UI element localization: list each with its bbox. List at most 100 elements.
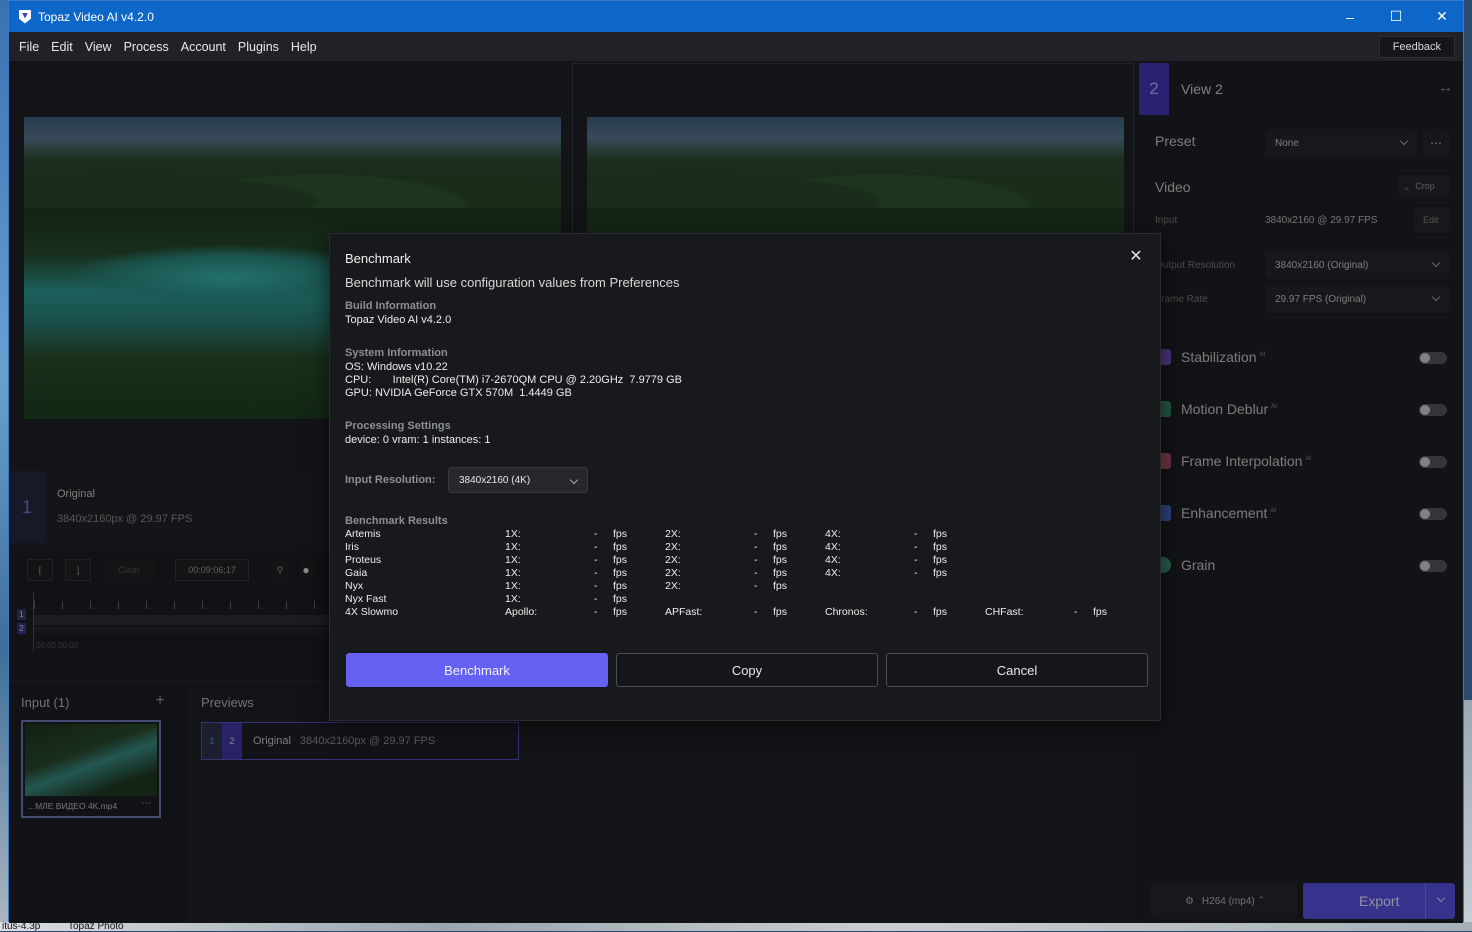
feature-grain[interactable]: Grain bbox=[1155, 554, 1455, 578]
scale-label: 1X: bbox=[505, 580, 521, 592]
clear-button[interactable]: Clear bbox=[103, 559, 155, 581]
fps-value: - bbox=[754, 554, 758, 566]
fps-value: - bbox=[1074, 606, 1078, 618]
fps-unit: fps bbox=[933, 606, 948, 618]
feature-name: Frame Interpolation AI bbox=[1181, 453, 1311, 469]
preview-info: 3840x2160px @ 29.97 FPS bbox=[299, 735, 436, 747]
benchmark-row: Gaia 1X: - fps 2X: - fps 4X: - fps bbox=[345, 567, 1145, 580]
feedback-button[interactable]: Feedback bbox=[1378, 36, 1455, 58]
export-dropdown[interactable] bbox=[1425, 883, 1455, 919]
codec-label: H264 (mp4) bbox=[1201, 895, 1255, 907]
title-bar: Topaz Video AI v4.2.0 – ☐ ✕ bbox=[9, 1, 1463, 32]
scale-label: 1X: bbox=[505, 541, 521, 553]
original-view-info[interactable]: 1 Original 3840x2160px @ 29.97 FPS bbox=[9, 471, 339, 543]
add-input-button[interactable]: + bbox=[149, 690, 171, 712]
fps-value: - bbox=[914, 606, 918, 618]
topaz-logo-icon bbox=[19, 9, 31, 24]
fps-value: - bbox=[594, 554, 598, 566]
timeline-ticks bbox=[34, 601, 339, 609]
timeline-bar-secondary[interactable] bbox=[34, 627, 339, 633]
copy-button[interactable]: Copy bbox=[616, 653, 878, 687]
menu-help[interactable]: Help bbox=[285, 40, 323, 54]
scale-label: Apollo: bbox=[505, 606, 538, 618]
fps-value: - bbox=[914, 528, 918, 540]
menu-process[interactable]: Process bbox=[118, 40, 175, 54]
record-dot-icon[interactable]: ● bbox=[299, 559, 313, 581]
motion-deblur-toggle[interactable] bbox=[1419, 404, 1447, 416]
close-window-button[interactable]: ✕ bbox=[1419, 1, 1465, 32]
menu-account[interactable]: Account bbox=[175, 40, 232, 54]
export-label: Export bbox=[1359, 893, 1400, 909]
input-resolution-select[interactable]: 3840x2160 (4K) bbox=[448, 467, 588, 493]
fps-unit: fps bbox=[613, 593, 628, 605]
input-panel: Input (1) + ...МЛЕ ВИДЕО 4K.mp4 ⋯ bbox=[9, 681, 187, 923]
input-value: 3840x2160 @ 29.97 FPS bbox=[1265, 215, 1378, 226]
feature-enhancement[interactable]: Enhancement AI bbox=[1155, 502, 1455, 526]
timeline-track[interactable]: 00:00:00;00 bbox=[33, 591, 339, 651]
set-in-button[interactable]: [ bbox=[27, 559, 53, 581]
ai-tag: AI bbox=[1271, 404, 1277, 411]
model-name: Nyx bbox=[345, 580, 364, 592]
fps-unit: fps bbox=[773, 606, 788, 618]
thumbnail-image bbox=[25, 724, 157, 796]
close-icon[interactable]: ✕ bbox=[1128, 249, 1144, 265]
menu-plugins[interactable]: Plugins bbox=[232, 40, 285, 54]
grain-toggle[interactable] bbox=[1419, 560, 1447, 572]
swap-arrows-icon[interactable]: ↔ bbox=[1438, 79, 1453, 96]
view-resolution: 3840x2160px @ 29.97 FPS bbox=[57, 513, 193, 525]
input-thumbnail[interactable]: ...МЛЕ ВИДЕО 4K.mp4 ⋯ bbox=[21, 720, 161, 818]
menu-file[interactable]: File bbox=[13, 40, 45, 54]
fps-value: - bbox=[594, 541, 598, 553]
stabilization-toggle[interactable] bbox=[1419, 352, 1447, 364]
benchmark-button[interactable]: Benchmark bbox=[346, 653, 608, 687]
crop-button[interactable]: ⌞ Crop bbox=[1399, 175, 1449, 197]
fps-unit: fps bbox=[613, 567, 628, 579]
fps-unit: fps bbox=[773, 580, 788, 592]
frame-rate-select[interactable]: 29.97 FPS (Original) bbox=[1265, 285, 1449, 313]
preview-view-1-badge: 1 bbox=[202, 723, 222, 759]
feature-frame-interpolation[interactable]: Frame Interpolation AI bbox=[1155, 450, 1455, 474]
output-resolution-select[interactable]: 3840x2160 (Original) bbox=[1265, 251, 1449, 279]
fps-unit: fps bbox=[773, 528, 788, 540]
codec-button[interactable]: ⚙ H264 (mp4) ˆ bbox=[1151, 883, 1297, 919]
output-resolution-label: Output Resolution bbox=[1155, 260, 1236, 271]
scale-label: 1X: bbox=[505, 528, 521, 540]
cancel-button[interactable]: Cancel bbox=[886, 653, 1148, 687]
edit-button[interactable]: Edit bbox=[1413, 207, 1449, 233]
video-label: Video bbox=[1155, 179, 1191, 195]
set-out-button[interactable]: ] bbox=[65, 559, 91, 581]
fps-value: - bbox=[754, 606, 758, 618]
scale-label: CHFast: bbox=[985, 606, 1024, 618]
benchmark-row: Nyx 1X: - fps 2X: - fps bbox=[345, 580, 1145, 593]
scale-label: APFast: bbox=[665, 606, 703, 618]
benchmark-row: Proteus 1X: - fps 2X: - fps 4X: - fps bbox=[345, 554, 1145, 567]
scale-label: 2X: bbox=[665, 580, 681, 592]
model-name: Nyx Fast bbox=[345, 593, 387, 605]
timeline-bar[interactable] bbox=[34, 615, 339, 625]
preset-select[interactable]: None bbox=[1265, 129, 1417, 157]
enhancement-toggle[interactable] bbox=[1419, 508, 1447, 520]
minimize-button[interactable]: – bbox=[1327, 1, 1373, 32]
frame-interpolation-toggle[interactable] bbox=[1419, 456, 1447, 468]
preset-more-button[interactable]: ⋯ bbox=[1423, 129, 1449, 157]
maximize-button[interactable]: ☐ bbox=[1373, 1, 1419, 32]
menu-edit[interactable]: Edit bbox=[45, 40, 79, 54]
model-name: Artemis bbox=[345, 528, 381, 540]
menu-view[interactable]: View bbox=[79, 40, 118, 54]
timecode-field[interactable]: 00:09:06;17 bbox=[175, 559, 249, 581]
fps-unit: fps bbox=[933, 528, 948, 540]
fps-unit: fps bbox=[613, 580, 628, 592]
feature-stabilization[interactable]: Stabilization AI bbox=[1155, 346, 1455, 370]
preview-row[interactable]: 1 2 Original 3840x2160px @ 29.97 FPS bbox=[201, 722, 519, 760]
scale-label: 4X: bbox=[825, 567, 841, 579]
build-info-value: Topaz Video AI v4.2.0 bbox=[345, 314, 452, 326]
fps-unit: fps bbox=[933, 554, 948, 566]
system-info-header: System Information bbox=[345, 347, 448, 359]
feature-motion-deblur[interactable]: Motion Deblur AI bbox=[1155, 398, 1455, 422]
fps-unit: fps bbox=[613, 554, 628, 566]
feature-label: Frame Interpolation bbox=[1181, 453, 1303, 469]
export-button[interactable]: Export bbox=[1303, 883, 1455, 919]
zoom-icon[interactable]: ⚲ bbox=[271, 559, 289, 581]
more-options-icon[interactable]: ⋯ bbox=[141, 798, 151, 809]
input-header: Input (1) bbox=[21, 695, 70, 710]
